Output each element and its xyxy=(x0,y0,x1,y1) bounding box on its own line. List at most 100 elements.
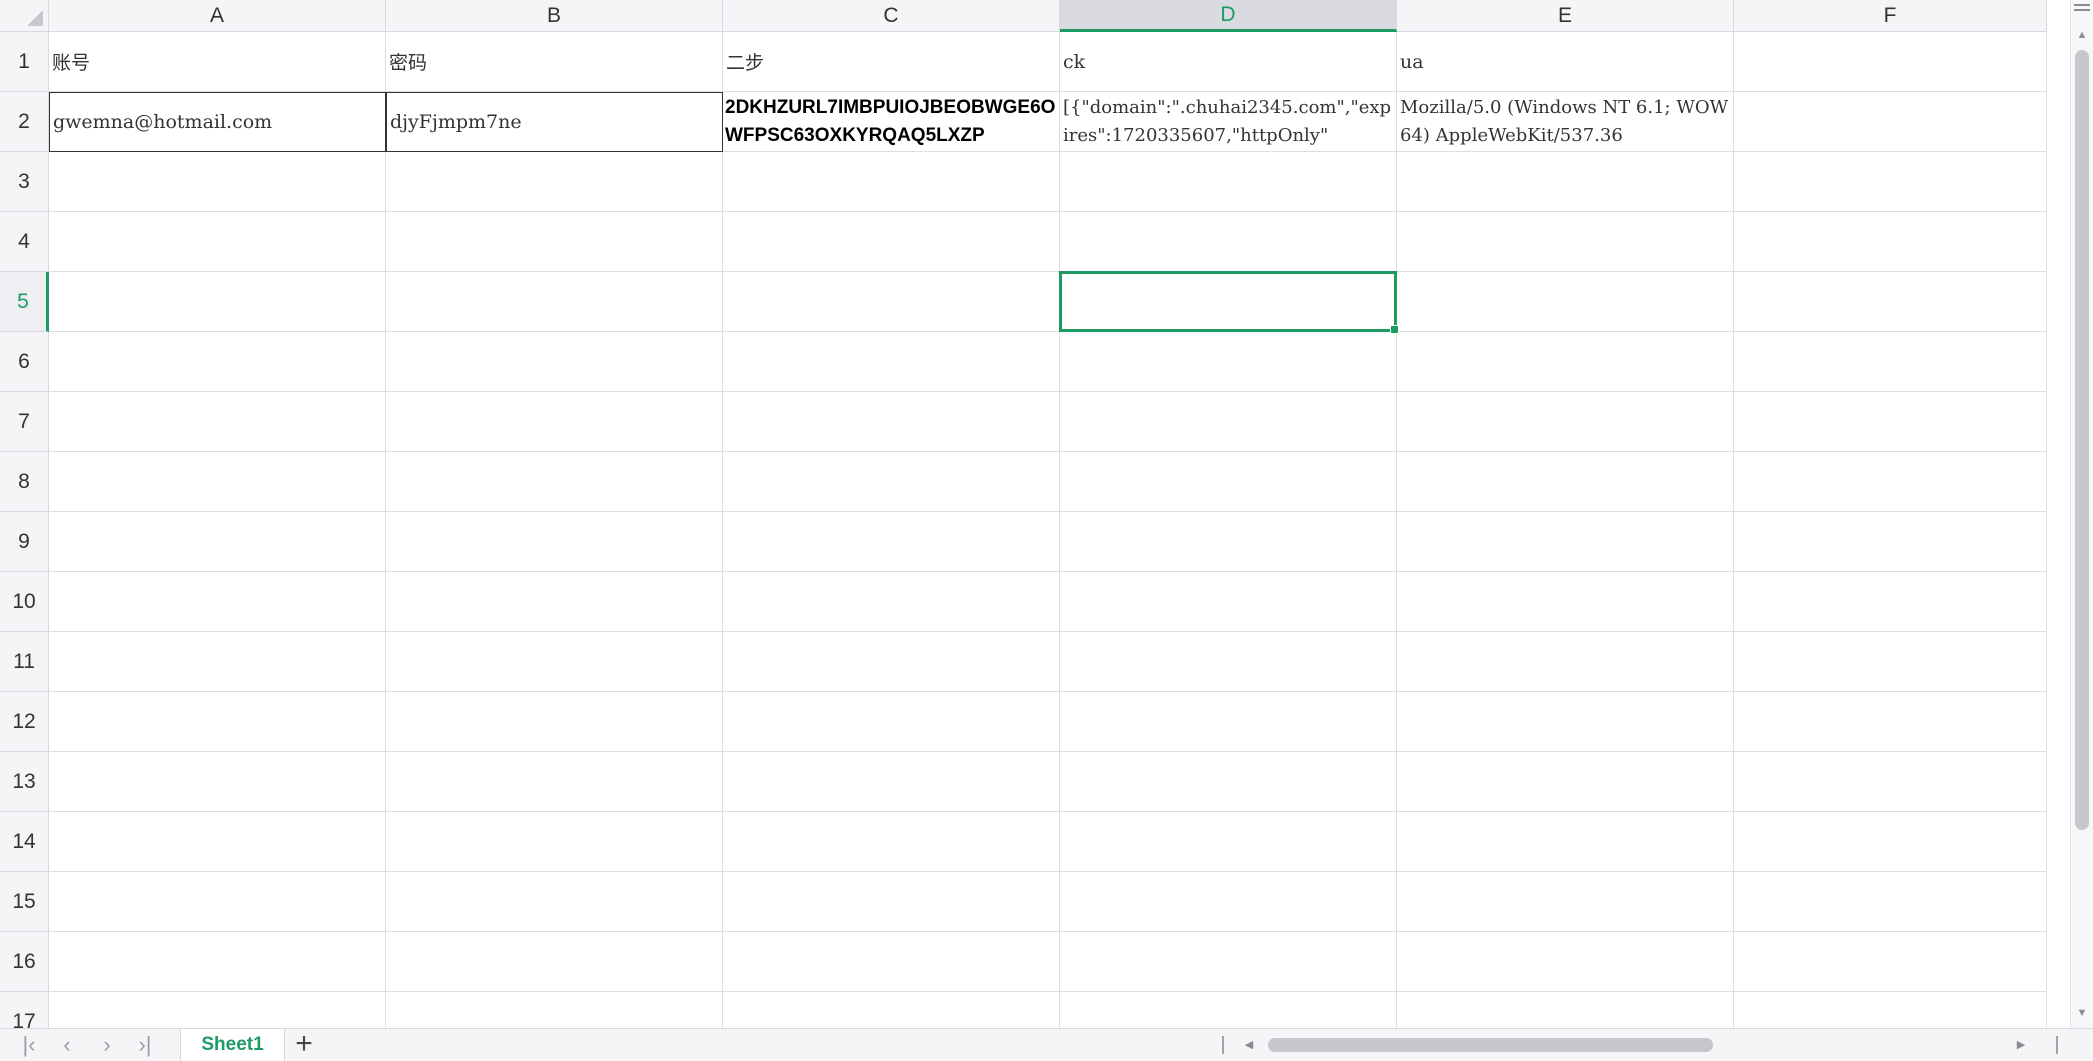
row-header-16[interactable]: 16 xyxy=(0,932,49,992)
row-header-1[interactable]: 1 xyxy=(0,32,49,92)
cell-c17[interactable] xyxy=(723,992,1060,1028)
row-header-8[interactable]: 8 xyxy=(0,452,49,512)
vertical-scrollbar[interactable]: ▲ ▼ xyxy=(2070,0,2093,1028)
column-header-b[interactable]: B xyxy=(386,0,723,32)
row-header-17[interactable]: 17 xyxy=(0,992,49,1028)
row-header-2[interactable]: 2 xyxy=(0,92,49,152)
cell-d15[interactable] xyxy=(1060,872,1397,932)
row-header-6[interactable]: 6 xyxy=(0,332,49,392)
cell-e13[interactable] xyxy=(1397,752,1734,812)
cell-b6[interactable] xyxy=(386,332,723,392)
hscroll-split-handle[interactable] xyxy=(1222,1036,1224,1054)
scroll-right-icon[interactable]: ▶ xyxy=(2011,1033,2031,1057)
scroll-up-icon[interactable]: ▲ xyxy=(2071,26,2093,44)
cell-f16[interactable] xyxy=(1734,932,2047,992)
row-header-13[interactable]: 13 xyxy=(0,752,49,812)
cell-f3[interactable] xyxy=(1734,152,2047,212)
cell-e10[interactable] xyxy=(1397,572,1734,632)
cell-b17[interactable] xyxy=(386,992,723,1028)
column-header-c[interactable]: C xyxy=(723,0,1060,32)
cell-f1[interactable] xyxy=(1734,32,2047,92)
plus-icon[interactable]: + xyxy=(288,1029,320,1060)
last-sheet-icon[interactable]: ›| xyxy=(130,1032,160,1058)
cell-a1[interactable]: 账号 xyxy=(49,32,386,92)
cell-b7[interactable] xyxy=(386,392,723,452)
cell-e11[interactable] xyxy=(1397,632,1734,692)
cell-c16[interactable] xyxy=(723,932,1060,992)
cell-a12[interactable] xyxy=(49,692,386,752)
cell-b1[interactable]: 密码 xyxy=(386,32,723,92)
cell-f14[interactable] xyxy=(1734,812,2047,872)
cell-d17[interactable] xyxy=(1060,992,1397,1028)
cell-a9[interactable] xyxy=(49,512,386,572)
cell-a14[interactable] xyxy=(49,812,386,872)
cell-d9[interactable] xyxy=(1060,512,1397,572)
row-header-9[interactable]: 9 xyxy=(0,512,49,572)
column-header-f[interactable]: F xyxy=(1734,0,2047,32)
cell-a7[interactable] xyxy=(49,392,386,452)
cell-b13[interactable] xyxy=(386,752,723,812)
cell-d2[interactable]: [{"domain":".chuhai2345.com","expires":1… xyxy=(1060,92,1397,152)
cell-c7[interactable] xyxy=(723,392,1060,452)
cell-c5[interactable] xyxy=(723,272,1060,332)
cell-c1[interactable]: 二步 xyxy=(723,32,1060,92)
cell-d14[interactable] xyxy=(1060,812,1397,872)
cell-d4[interactable] xyxy=(1060,212,1397,272)
column-header-d[interactable]: D xyxy=(1060,0,1397,32)
cell-a3[interactable] xyxy=(49,152,386,212)
cell-d12[interactable] xyxy=(1060,692,1397,752)
cell-f15[interactable] xyxy=(1734,872,2047,932)
cell-b3[interactable] xyxy=(386,152,723,212)
cell-f6[interactable] xyxy=(1734,332,2047,392)
cell-d11[interactable] xyxy=(1060,632,1397,692)
spreadsheet-grid[interactable]: ABCDEF 1 2 3 4 5 6 7 8 9 10 11 12 13 14 15 16 17 账号 密码 二步 c… xyxy=(0,0,2070,1028)
cell-c14[interactable] xyxy=(723,812,1060,872)
cell-f17[interactable] xyxy=(1734,992,2047,1028)
cell-e14[interactable] xyxy=(1397,812,1734,872)
cell-e7[interactable] xyxy=(1397,392,1734,452)
cell-a4[interactable] xyxy=(49,212,386,272)
cell-b14[interactable] xyxy=(386,812,723,872)
cell-d13[interactable] xyxy=(1060,752,1397,812)
cell-e15[interactable] xyxy=(1397,872,1734,932)
cell-e12[interactable] xyxy=(1397,692,1734,752)
cell-a8[interactable] xyxy=(49,452,386,512)
split-menu-icon[interactable] xyxy=(2074,4,2090,16)
horizontal-scroll-thumb[interactable] xyxy=(1268,1038,1713,1052)
cell-e17[interactable] xyxy=(1397,992,1734,1028)
cell-f9[interactable] xyxy=(1734,512,2047,572)
cell-a2[interactable]: gwemna@hotmail.com xyxy=(49,92,386,152)
cell-c6[interactable] xyxy=(723,332,1060,392)
row-header-4[interactable]: 4 xyxy=(0,212,49,272)
cell-e8[interactable] xyxy=(1397,452,1734,512)
cell-f5[interactable] xyxy=(1734,272,2047,332)
cell-f12[interactable] xyxy=(1734,692,2047,752)
cell-a17[interactable] xyxy=(49,992,386,1028)
cell-b9[interactable] xyxy=(386,512,723,572)
column-header-a[interactable]: A xyxy=(49,0,386,32)
cell-c13[interactable] xyxy=(723,752,1060,812)
row-header-10[interactable]: 10 xyxy=(0,572,49,632)
cell-d10[interactable] xyxy=(1060,572,1397,632)
cell-a10[interactable] xyxy=(49,572,386,632)
next-sheet-icon[interactable]: › xyxy=(92,1032,122,1058)
cell-d8[interactable] xyxy=(1060,452,1397,512)
cell-c12[interactable] xyxy=(723,692,1060,752)
cell-f2[interactable] xyxy=(1734,92,2047,152)
cell-f10[interactable] xyxy=(1734,572,2047,632)
cell-d5[interactable] xyxy=(1060,272,1397,332)
cell-d6[interactable] xyxy=(1060,332,1397,392)
cell-e4[interactable] xyxy=(1397,212,1734,272)
prev-sheet-icon[interactable]: ‹ xyxy=(52,1032,82,1058)
cell-b16[interactable] xyxy=(386,932,723,992)
cell-c10[interactable] xyxy=(723,572,1060,632)
sheet-tab-sheet1[interactable]: Sheet1 xyxy=(180,1029,285,1061)
cell-e2[interactable]: Mozilla/5.0 (Windows NT 6.1; WOW64) Appl… xyxy=(1397,92,1734,152)
cell-b4[interactable] xyxy=(386,212,723,272)
cell-a6[interactable] xyxy=(49,332,386,392)
cell-a5[interactable] xyxy=(49,272,386,332)
cell-c11[interactable] xyxy=(723,632,1060,692)
cell-c3[interactable] xyxy=(723,152,1060,212)
row-header-14[interactable]: 14 xyxy=(0,812,49,872)
cell-b11[interactable] xyxy=(386,632,723,692)
